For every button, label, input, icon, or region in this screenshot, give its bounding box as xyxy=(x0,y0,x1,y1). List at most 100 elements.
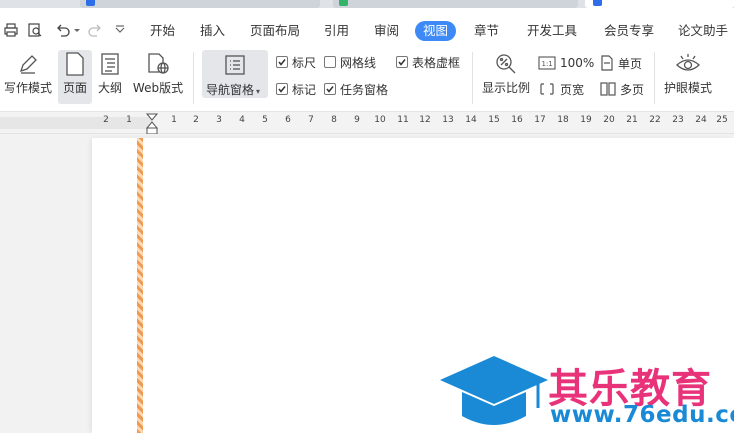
menu-membership[interactable]: 会员专享 xyxy=(604,21,654,41)
checkbox-checked-icon xyxy=(276,56,288,68)
sheet-tab-icon xyxy=(339,0,348,6)
zoom-100-button[interactable]: 1:1 100% xyxy=(538,54,594,72)
ruler-tick: 4 xyxy=(239,115,245,125)
print-preview-icon[interactable] xyxy=(26,21,44,39)
doc-tab-2[interactable] xyxy=(333,0,578,8)
ruler-label: 标尺 xyxy=(292,55,317,70)
menu-bar: 开始 插入 页面布局 引用 审阅 视图 章节 开发工具 会员专享 论文助手 xyxy=(0,8,734,44)
single-page-label: 单页 xyxy=(618,56,643,71)
ruler-tick: 12 xyxy=(419,115,431,125)
page-view-label: 页面 xyxy=(62,81,87,95)
ruler-tick: 25 xyxy=(716,115,728,125)
table-gridlines-checkbox[interactable]: 表格虚框 xyxy=(396,54,460,70)
print-icon[interactable] xyxy=(2,21,20,39)
undo-dropdown-icon[interactable] xyxy=(72,21,82,39)
doc-tab-1[interactable] xyxy=(80,0,320,8)
menu-references[interactable]: 引用 xyxy=(324,21,349,41)
multi-page-icon xyxy=(600,82,616,96)
redo-icon[interactable] xyxy=(86,21,104,39)
ruler-tick: 1 xyxy=(171,115,177,125)
undo-icon[interactable] xyxy=(52,21,74,39)
write-mode-label: 写作模式 xyxy=(3,81,52,95)
ruler-tick: 2 xyxy=(103,115,109,125)
ruler-tick: 8 xyxy=(331,115,337,125)
ruler-tick: 9 xyxy=(354,115,360,125)
page-icon xyxy=(64,50,86,78)
ruler-tick: 16 xyxy=(511,115,523,125)
nav-pane-icon xyxy=(224,54,246,79)
menu-sections[interactable]: 章节 xyxy=(474,21,499,41)
gridlines-label: 网格线 xyxy=(340,55,377,70)
page-width-label: 页宽 xyxy=(560,82,585,97)
ruler-tick: 11 xyxy=(397,115,409,125)
ruler-tick: 1 xyxy=(126,115,132,125)
table-gridlines-label: 表格虚框 xyxy=(412,55,461,70)
outline-view-label: 大纲 xyxy=(97,81,122,95)
ruler-tick: 2 xyxy=(193,115,199,125)
checkbox-checked-icon xyxy=(324,83,336,95)
doc-tab-3[interactable] xyxy=(585,0,734,8)
zoom-button[interactable]: 显示比例 xyxy=(478,50,534,104)
marks-checkbox[interactable]: 标记 xyxy=(276,81,316,97)
page-width-button[interactable]: 页宽 xyxy=(538,80,584,98)
multi-page-button[interactable]: 多页 xyxy=(600,80,644,98)
ruler-tick: 15 xyxy=(488,115,500,125)
doc-tab-icon xyxy=(593,0,602,6)
checkbox-checked-icon xyxy=(276,83,288,95)
menu-view[interactable]: 视图 xyxy=(415,21,457,41)
ribbon-separator xyxy=(472,52,473,104)
zoom-percent-icon xyxy=(494,50,518,78)
menu-insert[interactable]: 插入 xyxy=(200,21,225,41)
ruler-tick: 22 xyxy=(649,115,661,125)
page-view-button[interactable]: 页面 xyxy=(58,50,92,104)
ruler-tick: 17 xyxy=(534,115,546,125)
ruler-tick: 6 xyxy=(285,115,291,125)
task-pane-checkbox[interactable]: 任务窗格 xyxy=(324,81,388,97)
menu-review[interactable]: 审阅 xyxy=(374,21,399,41)
web-layout-button[interactable]: Web版式 xyxy=(132,50,184,104)
ruler-tick: 14 xyxy=(465,115,477,125)
navigation-pane-button[interactable]: 导航窗格 ▾ xyxy=(202,50,268,98)
menu-thesis-assistant[interactable]: 论文助手 xyxy=(678,21,728,41)
doc-tab-icon xyxy=(86,0,95,6)
customize-toolbar-icon[interactable] xyxy=(113,21,127,39)
outline-view-button[interactable]: 大纲 xyxy=(95,50,125,104)
page-width-icon xyxy=(540,83,554,95)
checkbox-checked-icon xyxy=(396,56,408,68)
menu-developer[interactable]: 开发工具 xyxy=(527,21,577,41)
outline-icon xyxy=(99,50,121,78)
browser-tab-strip xyxy=(0,0,734,8)
eye-protection-button[interactable]: 护眼模式 xyxy=(660,50,716,104)
menu-page-layout[interactable]: 页面布局 xyxy=(250,21,300,41)
dropdown-caret-icon: ▾ xyxy=(256,87,261,96)
ruler-checkbox[interactable]: 标尺 xyxy=(276,54,316,70)
one-to-one-icon: 1:1 xyxy=(538,56,556,70)
ruler-tick: 20 xyxy=(603,115,615,125)
zoom-label: 显示比例 xyxy=(481,81,530,95)
menu-home[interactable]: 开始 xyxy=(150,21,175,41)
ruler-tick: 7 xyxy=(308,115,314,125)
ruler-tick: 18 xyxy=(557,115,569,125)
task-pane-label: 任务窗格 xyxy=(340,82,389,97)
ribbon-separator xyxy=(654,52,655,104)
ruler-tick: 3 xyxy=(216,115,222,125)
ruler-tick: 5 xyxy=(262,115,268,125)
ribbon-separator xyxy=(193,52,194,104)
gridlines-checkbox[interactable]: 网格线 xyxy=(324,54,376,70)
marks-label: 标记 xyxy=(292,82,317,97)
horizontal-ruler[interactable]: 2 1 1 2 3 4 5 6 7 8 9 10 11 12 13 14 15 … xyxy=(0,112,734,134)
ruler-tick: 10 xyxy=(374,115,386,125)
indent-marker-icon[interactable] xyxy=(146,113,158,135)
ruler-tick: 13 xyxy=(442,115,454,125)
margin-highlight-stripe xyxy=(137,138,143,433)
write-mode-button[interactable]: 写作模式 xyxy=(2,50,54,104)
multi-page-label: 多页 xyxy=(620,82,645,97)
navigation-pane-label: 导航窗格 ▾ xyxy=(206,81,260,98)
single-page-button[interactable]: 单页 xyxy=(600,54,642,72)
web-page-icon xyxy=(145,50,171,78)
web-layout-label: Web版式 xyxy=(132,81,184,95)
single-page-icon xyxy=(601,55,613,71)
zoom-100-label: 100% xyxy=(560,56,595,70)
ruler-tick: 24 xyxy=(695,115,707,125)
view-ribbon: 写作模式 页面 大纲 Web版式 导航窗格 ▾ 标尺 网格线 表格虚框 标记 任… xyxy=(0,44,734,112)
